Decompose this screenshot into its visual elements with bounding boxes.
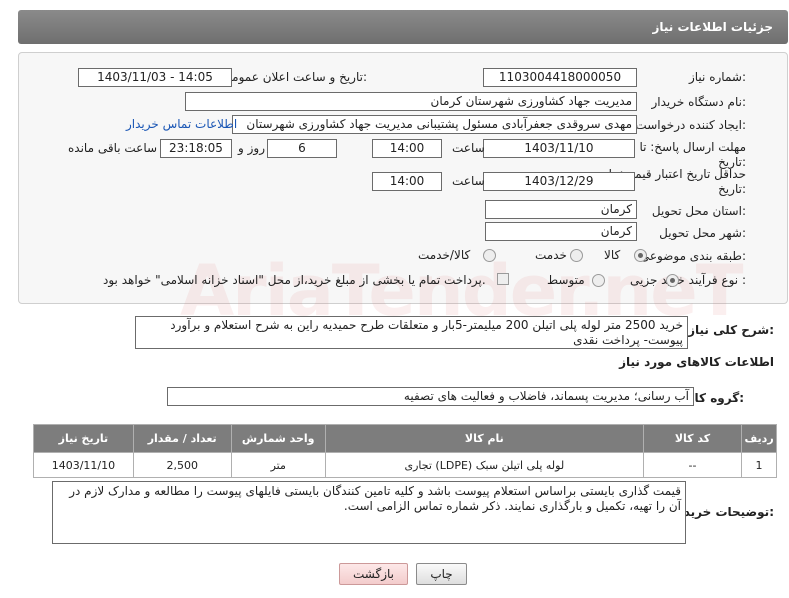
announce-label: تاریخ و ساعت اعلان عمومی: bbox=[222, 70, 367, 84]
buyer-org-label: نام دستگاه خریدار: bbox=[651, 95, 747, 109]
table-header-row: ردیف کد کالا نام کالا واحد شمارش تعداد /… bbox=[33, 424, 777, 453]
buyer-notes-label: توضیحات خریدار: bbox=[672, 505, 774, 519]
process-medium-label: متوسط bbox=[547, 273, 585, 287]
validity-time-field: 14:00 bbox=[372, 172, 442, 191]
creator-field: مهدی سروقدی جعفرآبادی مسئول پشتیبانی مدی… bbox=[232, 115, 637, 134]
buyer-notes-field: قیمت گذاری بایستی براساس استعلام پیوست ب… bbox=[52, 481, 686, 544]
process-medium-radio[interactable] bbox=[592, 274, 605, 287]
col-name: نام کالا bbox=[324, 424, 644, 453]
category-service-radio[interactable] bbox=[570, 249, 583, 262]
description-label: شرح کلی نیاز: bbox=[688, 323, 774, 337]
print-button[interactable]: چاپ bbox=[416, 563, 467, 585]
cell-quantity: 2,500 bbox=[132, 452, 232, 478]
deadline-time-label: ساعت bbox=[452, 141, 485, 155]
validity-time-label: ساعت bbox=[452, 174, 485, 188]
cell-name: لوله پلی اتیلن سبک (LDPE) تجاری bbox=[324, 452, 644, 478]
col-code: کد کالا bbox=[642, 424, 743, 453]
category-service-label: خدمت bbox=[535, 248, 567, 262]
col-quantity: تعداد / مقدار bbox=[132, 424, 232, 453]
announce-field: 1403/11/03 - 14:05 bbox=[78, 68, 232, 87]
category-label: طبقه بندی موضوعی: bbox=[639, 249, 746, 263]
creator-label: ایجاد کننده درخواست: bbox=[635, 118, 746, 132]
goods-table: ردیف کد کالا نام کالا واحد شمارش تعداد /… bbox=[33, 424, 777, 478]
days-label: روز و bbox=[238, 141, 265, 155]
back-button[interactable]: بازگشت bbox=[339, 563, 408, 585]
remaining-time-label: ساعت باقی مانده bbox=[68, 141, 158, 155]
province-field: کرمان bbox=[485, 200, 637, 219]
buyer-contact-link[interactable]: اطلاعات تماس خریدار bbox=[126, 117, 237, 131]
description-field: خرید 2500 متر لوله پلی اتیلن 200 میلیمتر… bbox=[135, 316, 688, 349]
treasury-note: پرداخت تمام یا بخشی از مبلغ خرید،از محل … bbox=[103, 273, 486, 287]
category-goods-label: کالا bbox=[604, 248, 621, 262]
process-partial-radio[interactable] bbox=[666, 274, 679, 287]
goods-info-title: اطلاعات کالاهای مورد نیاز bbox=[619, 355, 774, 369]
table-row: 1 -- لوله پلی اتیلن سبک (LDPE) تجاری متر… bbox=[33, 452, 777, 478]
category-both-label: کالا/خدمت bbox=[418, 248, 471, 262]
col-unit: واحد شمارش bbox=[230, 424, 326, 453]
page-title: جزئیات اطلاعات نیاز bbox=[652, 20, 773, 34]
days-field: 6 bbox=[267, 139, 337, 158]
process-partial-label: جزیی bbox=[630, 273, 658, 287]
city-field: کرمان bbox=[485, 222, 637, 241]
validity-label-2: تاریخ: bbox=[718, 182, 746, 196]
col-need-date: تاریخ نیاز bbox=[33, 424, 134, 453]
col-row: ردیف bbox=[741, 424, 777, 453]
cell-row: 1 bbox=[741, 452, 777, 478]
goods-group-field: آب رسانی؛ مدیریت پسماند، فاضلاب و فعالیت… bbox=[167, 387, 694, 406]
page-header: جزئیات اطلاعات نیاز bbox=[18, 10, 788, 44]
deadline-date-field: 1403/11/10 bbox=[483, 139, 635, 158]
goods-group-label: گروه کالا: bbox=[685, 391, 744, 405]
cell-unit: متر bbox=[230, 452, 326, 478]
category-both-radio[interactable] bbox=[483, 249, 496, 262]
need-number-field: 1103004418000050 bbox=[483, 68, 637, 87]
need-number-label: شماره نیاز: bbox=[688, 70, 746, 84]
treasury-checkbox[interactable] bbox=[497, 273, 509, 285]
deadline-time-field: 14:00 bbox=[372, 139, 442, 158]
province-label: استان محل تحویل: bbox=[651, 204, 746, 218]
cell-code: -- bbox=[642, 452, 743, 478]
city-label: شهر محل تحویل: bbox=[659, 226, 746, 240]
validity-date-field: 1403/12/29 bbox=[483, 172, 635, 191]
category-goods-radio[interactable] bbox=[634, 249, 647, 262]
buyer-org-field: مدیریت جهاد کشاورزی شهرستان کرمان bbox=[185, 92, 637, 111]
remaining-time-field: 23:18:05 bbox=[160, 139, 232, 158]
deadline-label: مهلت ارسال پاسخ: تا bbox=[639, 140, 746, 154]
cell-need-date: 1403/11/10 bbox=[33, 452, 134, 478]
